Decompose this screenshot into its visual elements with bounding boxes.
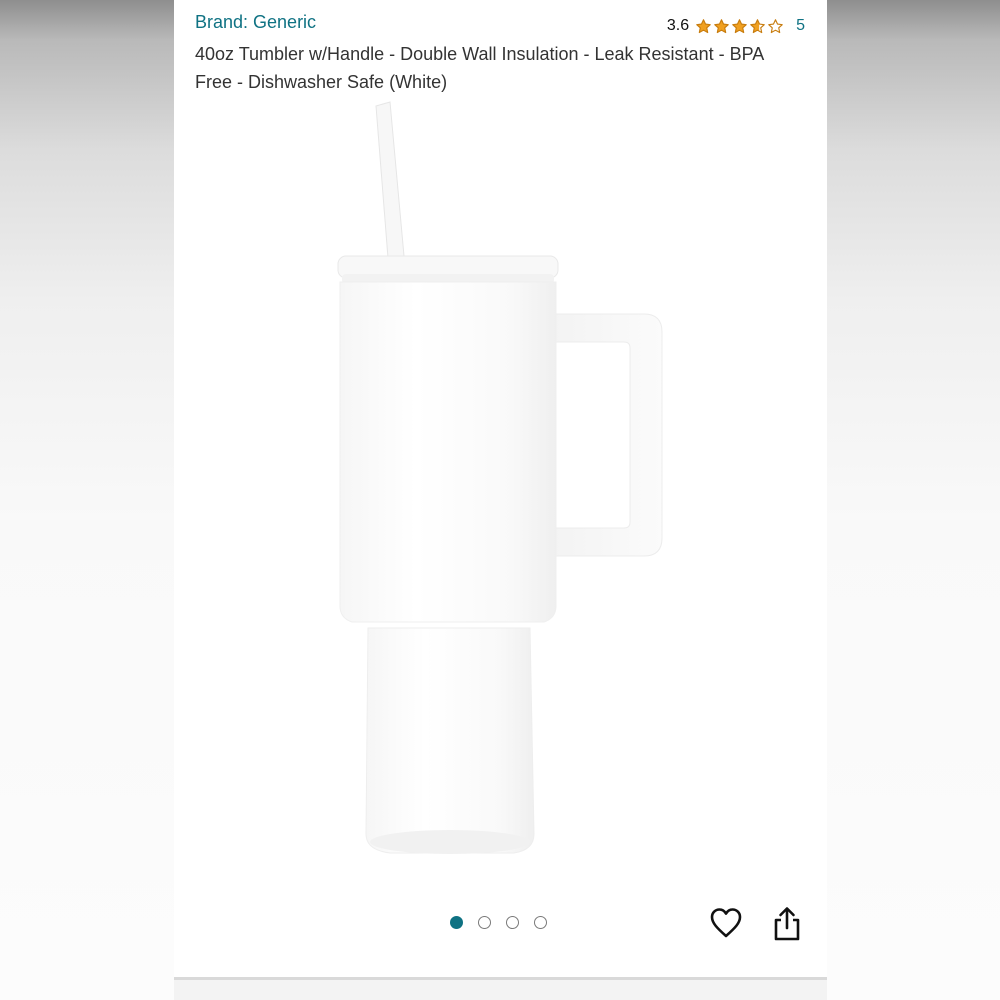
product-card: Brand: Generic 3.6 5 40oz Tumbler w/Hand… [174,0,827,978]
screen: Brand: Generic 3.6 5 40oz Tumbler w/Hand… [0,0,1000,1000]
rating-stars [695,18,784,35]
pager-dot[interactable] [450,916,463,929]
brand-link[interactable]: Brand: Generic [195,12,316,33]
pager-dot[interactable] [534,916,547,929]
star-icon [714,18,729,33]
star-icon [768,18,783,33]
left-backdrop [0,0,174,1000]
star-icon [696,18,711,33]
image-pager [450,916,547,929]
right-backdrop [827,0,1000,1000]
product-image-tumbler[interactable] [324,98,684,868]
star-icon [750,18,765,33]
review-count-link[interactable]: 5 [796,17,805,35]
below-card-area [174,980,827,1000]
heart-icon[interactable] [709,906,743,940]
product-title: 40oz Tumbler w/Handle - Double Wall Insu… [195,44,764,92]
rating-value: 3.6 [666,17,690,34]
pager-dot[interactable] [478,916,491,929]
star-icon [732,18,747,33]
share-icon[interactable] [772,906,802,942]
rating-summary[interactable]: 3.6 5 [667,15,805,37]
pager-dot[interactable] [506,916,519,929]
